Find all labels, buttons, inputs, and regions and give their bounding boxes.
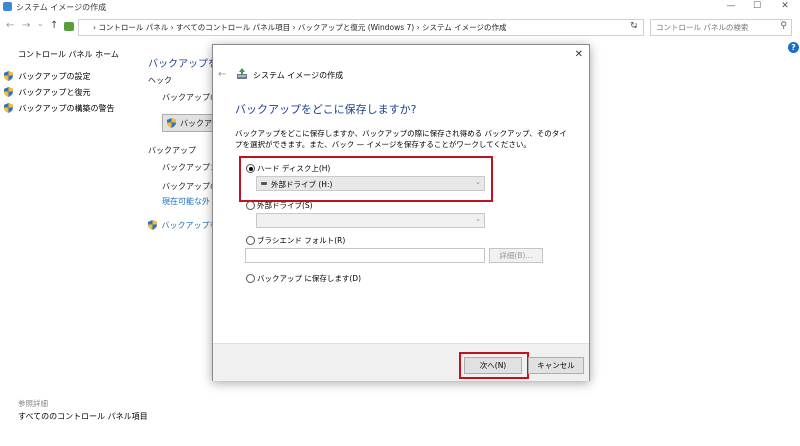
search-input[interactable]: コントロール パネルの検索 ⚲	[650, 19, 792, 36]
dialog-heading: バックアップをどこに保存しますか?	[235, 103, 417, 116]
chevron-down-icon: ⌄	[475, 215, 481, 223]
next-button[interactable]: 次へ(N)	[464, 357, 522, 374]
dialog-close-button[interactable]: ✕	[575, 49, 583, 60]
sidebar-item-label: バックアップの設定	[18, 72, 91, 81]
cancel-button[interactable]: キャンセル	[528, 357, 584, 374]
shield-icon	[4, 71, 13, 81]
sidebar-item-backup-settings[interactable]: バックアップの設定	[4, 71, 91, 83]
window-title-bar: システム イメージの作成 — ☐ ✕	[0, 0, 800, 14]
network-folder-label[interactable]: ブラシエンド フォルト(R)	[257, 235, 345, 246]
hard-disk-selected-value: 外部ドライブ (H:)	[271, 180, 333, 189]
refresh-icon[interactable]: ↻	[630, 21, 638, 31]
external-drive-label[interactable]: 外部ドライブ(S)	[257, 200, 313, 211]
section-label: ヘック	[148, 76, 172, 85]
shield-icon	[167, 118, 176, 128]
drive-icon	[261, 182, 267, 185]
help-icon[interactable]: ?	[788, 42, 799, 53]
control-panel-small-icon	[64, 22, 74, 31]
hard-disk-select[interactable]: 外部ドライブ (H:) ⌄	[256, 176, 485, 191]
see-also-all-items-link[interactable]: すべてののコントロール パネル項目	[18, 411, 148, 422]
network-folder-input[interactable]	[245, 248, 485, 263]
section-label: バックアップ	[148, 146, 196, 155]
window-title: システム イメージの作成	[16, 3, 107, 12]
minimize-button[interactable]: —	[718, 0, 744, 14]
up-arrow-icon[interactable]: ↑	[50, 20, 58, 31]
see-also-header: 参照詳細	[18, 399, 48, 408]
chevron-down-icon: ⌄	[475, 178, 481, 186]
dialog-back-arrow-icon[interactable]: ←	[218, 69, 226, 80]
network-folder-radio[interactable]	[246, 236, 255, 245]
shield-icon	[148, 220, 157, 230]
browse-button[interactable]: 詳細(B)...	[489, 248, 543, 263]
shield-icon	[4, 103, 13, 113]
hard-disk-label[interactable]: ハード ディスク上(H)	[257, 163, 330, 174]
hard-disk-radio[interactable]	[246, 164, 255, 173]
close-window-button[interactable]: ✕	[772, 0, 798, 14]
backup-drive-icon	[237, 68, 247, 79]
sidebar-item-backup-restore[interactable]: バックアップと復元	[4, 87, 91, 99]
no-save-label[interactable]: バックアップ に保存します(D)	[257, 273, 361, 284]
dialog-title: システム イメージの作成	[253, 71, 344, 80]
create-system-image-dialog: ✕ ← システム イメージの作成 バックアップをどこに保存しますか? バックアッ…	[212, 44, 590, 381]
control-panel-icon	[3, 2, 12, 11]
dialog-description: バックアップをどこに保存しますか、バックアップの際に保存され得める バックアップ…	[235, 129, 567, 149]
shield-icon	[4, 87, 13, 97]
back-arrow-icon[interactable]: ←	[6, 20, 14, 31]
control-panel-home-link[interactable]: コントロール パネル ホーム	[18, 49, 119, 60]
background-text: 現在可能な外	[162, 197, 210, 206]
navigation-bar: ← → ⌄ ↑ › コントロール パネル › すべてのコントロール パネル項目 …	[0, 14, 800, 38]
sidebar-item-backup-warning[interactable]: バックアップの構築の警告	[4, 103, 115, 115]
external-drive-radio[interactable]	[246, 201, 255, 210]
breadcrumb[interactable]: › コントロール パネル › すべてのコントロール パネル項目 › バックアップ…	[93, 22, 507, 33]
maximize-button[interactable]: ☐	[744, 0, 770, 14]
button-label: バックア	[180, 119, 212, 128]
address-bar[interactable]: › コントロール パネル › すべてのコントロール パネル項目 › バックアップ…	[78, 19, 644, 36]
sidebar-item-label: バックアップと復元	[18, 88, 91, 97]
forward-arrow-icon[interactable]: →	[22, 20, 30, 31]
no-save-radio[interactable]	[246, 274, 255, 283]
recent-locations-icon[interactable]: ⌄	[37, 19, 44, 28]
external-drive-select[interactable]: ⌄	[256, 213, 485, 228]
sidebar-item-label: バックアップの構築の警告	[18, 104, 115, 113]
search-placeholder: コントロール パネルの検索	[656, 23, 749, 32]
search-icon[interactable]: ⚲	[780, 21, 787, 31]
